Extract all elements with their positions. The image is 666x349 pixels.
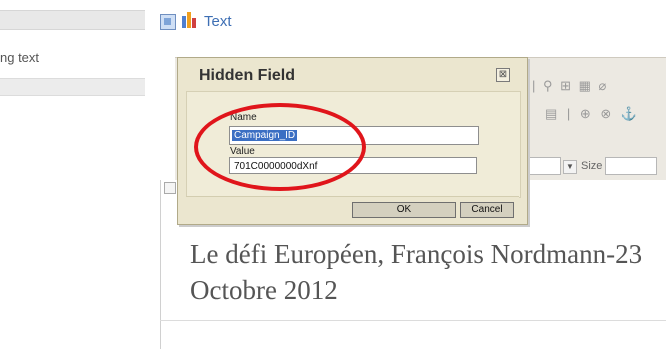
cancel-button[interactable]: Cancel [460, 202, 514, 218]
close-icon[interactable]: ⊠ [496, 68, 510, 82]
editor-content-text[interactable]: Le défi Européen, François Nordmann-23 O… [190, 236, 660, 308]
dialog-title: Hidden Field [199, 67, 295, 84]
sidebar-item-label[interactable]: ng text [0, 50, 110, 70]
size-input[interactable] [605, 157, 657, 175]
sidebar-header [0, 10, 145, 30]
highlight-ellipse [194, 103, 366, 191]
text-link[interactable]: Text [204, 13, 232, 30]
divider [160, 320, 666, 321]
image-icon[interactable] [160, 14, 176, 30]
toolbar-icons-row2[interactable]: ▤ | ⊕ ⊗ ⚓ [545, 106, 640, 122]
chart-icon[interactable] [182, 12, 198, 28]
chevron-down-icon[interactable]: ▼ [563, 160, 577, 174]
content-icon [164, 182, 176, 194]
sidebar-footer [0, 78, 145, 96]
size-label: Size [581, 160, 603, 172]
ok-button[interactable]: OK [352, 202, 456, 218]
